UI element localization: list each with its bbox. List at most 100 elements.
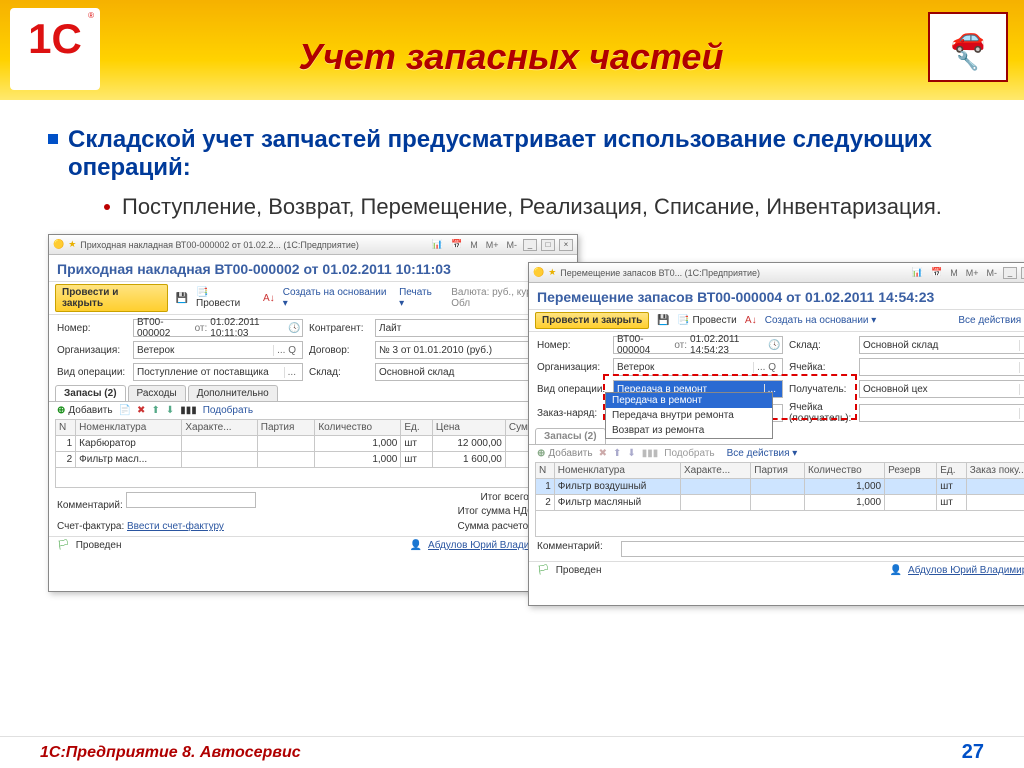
warehouse-field[interactable]: Основной склад... Q [859, 336, 1024, 354]
move-up-icon[interactable]: ⬆ [151, 405, 159, 416]
screenshots-area: 🟡 ★ Приходная накладная ВТ00-000002 от 0… [48, 234, 976, 616]
minimize-button[interactable]: _ [1003, 267, 1017, 279]
document-title: Перемещение запасов ВТ00-000004 от 01.02… [529, 283, 1024, 309]
car-service-icon: 🚗 🔧 [928, 12, 1008, 82]
move-up-icon[interactable]: ⬆ [613, 448, 621, 459]
delete-icon[interactable]: ✖ [137, 405, 145, 416]
print-link[interactable]: Печать ▾ [399, 287, 439, 309]
dropdown-option[interactable]: Передача в ремонт [606, 393, 772, 408]
posted-label: Проведен [556, 565, 602, 576]
posted-flag-icon: 🏳 [537, 565, 550, 576]
window-peremeshchenie: 🟡 ★ Перемещение запасов ВТ0... (1С:Предп… [528, 262, 1024, 606]
number-label: Номер: [57, 323, 127, 334]
items-table[interactable]: NНоменклатураХаракте... ПартияКоличество… [55, 419, 571, 488]
number-field[interactable]: ВТ00-000004от:01.02.2011 14:54:23🕓 [613, 336, 783, 354]
table-row: 2Фильтр масл...1,000шт1 600,001 600,0 [56, 452, 571, 468]
optype-dropdown[interactable]: Передача в ремонт Передача внутри ремонт… [605, 392, 773, 439]
delete-icon[interactable]: ✖ [599, 448, 607, 459]
org-label: Организация: [57, 345, 127, 356]
post-and-close-button[interactable]: Провести и закрыть [535, 312, 649, 329]
tab-zapasy[interactable]: Запасы (2) [55, 385, 126, 401]
close-button[interactable]: × [559, 239, 573, 251]
m-minus-button[interactable]: M- [505, 240, 520, 250]
az-icon[interactable]: A↓ [743, 313, 759, 329]
invoice-link[interactable]: Ввести счет-фактуру [127, 521, 224, 532]
cell-dst-field[interactable]: ... Q [859, 404, 1024, 422]
warehouse-label: Склад: [309, 367, 369, 378]
slide-title: Учет запасных частей [110, 36, 912, 78]
org-field[interactable]: Ветерок... Q [133, 341, 303, 359]
slide-body: Складской учет запчастей предусматривает… [0, 100, 1024, 616]
comment-field[interactable] [126, 492, 256, 508]
maximize-button[interactable]: □ [541, 239, 555, 251]
provesti-button[interactable]: 📑 Провести [196, 287, 255, 309]
slide-footer: 1С:Предприятие 8. Автосервис 27 [0, 736, 1024, 768]
window-title: Перемещение запасов ВТ0... (1С:Предприят… [560, 268, 760, 278]
app-icon: 🟡 [53, 239, 64, 250]
calendar-icon[interactable]: 📅 [929, 267, 944, 278]
save-icon[interactable]: 💾 [655, 313, 671, 329]
comment-field[interactable] [621, 541, 1024, 557]
calc-icon[interactable]: 📊 [430, 239, 445, 250]
m-button[interactable]: M [468, 240, 480, 250]
create-based-link[interactable]: Создать на основании ▾ [765, 315, 877, 326]
window-title: Приходная накладная ВТ00-000002 от 01.02… [80, 240, 359, 250]
m-plus-button[interactable]: M+ [484, 240, 501, 250]
user-icon: 👤 [410, 540, 422, 551]
app-icon: 🟡 [533, 267, 544, 278]
m-plus-button[interactable]: M+ [964, 268, 981, 278]
table-row: 1Карбюратор1,000шт12 000,0012 000,0 [56, 436, 571, 452]
table-row: 2Фильтр масляный1,000шт [536, 495, 1024, 511]
items-table[interactable]: NНоменклатураХаракте... ПартияКоличество… [535, 462, 1024, 537]
add-button[interactable]: ⊕Добавить [57, 405, 113, 416]
page-number: 27 [962, 741, 984, 764]
user-link[interactable]: Абдулов Юрий Владимирович [908, 565, 1024, 576]
provesti-button[interactable]: 📑 Провести [677, 315, 736, 326]
minimize-button[interactable]: _ [523, 239, 537, 251]
post-and-close-button[interactable]: Провести и закрыть [55, 284, 168, 312]
contract-label: Договор: [309, 345, 369, 356]
window-prichodnaya: 🟡 ★ Приходная накладная ВТ00-000002 от 0… [48, 234, 578, 592]
tab-rashody[interactable]: Расходы [128, 385, 186, 401]
az-icon[interactable]: A↓ [261, 290, 277, 306]
dropdown-option[interactable]: Возврат из ремонта [606, 423, 772, 438]
star-icon[interactable]: ★ [548, 267, 556, 278]
footer-title: 1С:Предприятие 8. Автосервис [40, 744, 301, 762]
header-form: Номер: ВТ00-000002 от: 01.02.2011 10:11:… [49, 315, 577, 383]
m-button[interactable]: M [948, 268, 960, 278]
podobrat-link[interactable]: Подобрать [664, 448, 714, 459]
slide-header: ® 1C Учет запасных частей 🚗 🔧 [0, 0, 1024, 100]
recipient-field[interactable]: Основной цех... Q [859, 380, 1024, 398]
posted-flag-icon: 🏳 [57, 540, 70, 551]
create-based-link[interactable]: Создать на основании ▾ [283, 287, 393, 309]
optype-label: Вид операции: [57, 367, 127, 378]
dropdown-option[interactable]: Передача внутри ремонта [606, 408, 772, 423]
table-toolbar: ⊕Добавить 📄 ✖ ⬆ ⬇ ▮▮▮ Подобрать [49, 402, 577, 419]
calendar-icon[interactable]: 📅 [449, 239, 464, 250]
document-title: Приходная накладная ВТ00-000002 от 01.02… [49, 255, 577, 281]
copy-icon[interactable]: 📄 [119, 405, 131, 416]
tab-zapasy[interactable]: Запасы (2) [535, 428, 606, 444]
optype-field[interactable]: Поступление от поставщика... [133, 363, 303, 381]
table-row: 1Фильтр воздушный1,000шт [536, 479, 1024, 495]
save-icon[interactable]: 💾 [174, 290, 190, 306]
bullet-level-1: Складской учет запчастей предусматривает… [48, 126, 976, 182]
all-actions-link[interactable]: Все действия ▾ [727, 448, 798, 459]
podobrat-link[interactable]: Подобрать [203, 405, 253, 416]
star-icon[interactable]: ★ [68, 239, 76, 250]
calc-icon[interactable]: 📊 [910, 267, 925, 278]
m-minus-button[interactable]: M- [985, 268, 1000, 278]
all-actions-link[interactable]: Все действия ▾ [958, 315, 1024, 326]
tabs: Запасы (2) Расходы Дополнительно [49, 383, 577, 402]
move-down-icon[interactable]: ⬇ [627, 448, 635, 459]
counterparty-label: Контрагент: [309, 323, 369, 334]
barcode-icon[interactable]: ▮▮▮ [180, 405, 197, 416]
number-field[interactable]: ВТ00-000002 от: 01.02.2011 10:11:03 🕓 [133, 319, 303, 337]
status-bar: 🏳 Проведен 👤 Абдулов Юрий Владимирович [529, 561, 1024, 579]
add-button[interactable]: ⊕Добавить [537, 448, 593, 459]
tab-dop[interactable]: Дополнительно [188, 385, 278, 401]
move-down-icon[interactable]: ⬇ [166, 405, 174, 416]
main-toolbar: Провести и закрыть 💾 📑 Провести A↓ Созда… [529, 309, 1024, 332]
barcode-icon[interactable]: ▮▮▮ [642, 448, 659, 459]
cell-field[interactable]: ... Q [859, 358, 1024, 376]
